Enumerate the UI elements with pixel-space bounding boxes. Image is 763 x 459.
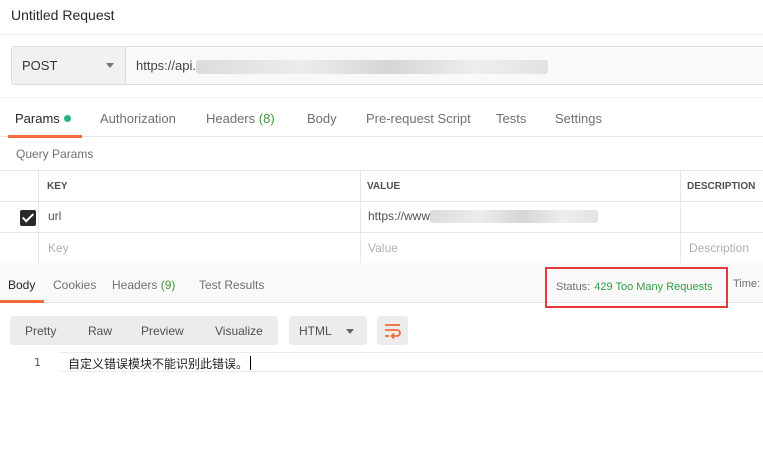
- text-cursor: [250, 356, 252, 370]
- tab-authorization[interactable]: Authorization: [100, 111, 176, 126]
- tab-headers-label: Headers: [206, 111, 256, 126]
- response-body-editor[interactable]: 1 自定义错误模块不能识别此错误。: [0, 352, 763, 372]
- response-tab-headers-count: (9): [160, 278, 176, 292]
- active-response-tab-indicator: [0, 300, 44, 303]
- param-value-cell[interactable]: https://www: [360, 202, 680, 232]
- wrap-lines-icon: [385, 324, 401, 340]
- active-tab-indicator: [8, 135, 82, 138]
- url-input[interactable]: https://api.: [136, 58, 548, 74]
- language-select[interactable]: HTML: [289, 316, 367, 345]
- url-redacted-blur: [195, 59, 548, 74]
- column-description: DESCRIPTION: [687, 181, 756, 192]
- request-title[interactable]: Untitled Request: [11, 7, 115, 23]
- tab-tests[interactable]: Tests: [496, 111, 526, 126]
- response-toolbar: Pretty Raw Preview Visualize HTML: [0, 313, 763, 347]
- title-bar: Untitled Request: [0, 0, 763, 35]
- value-placeholder: Value: [368, 241, 398, 255]
- column-key: KEY: [47, 181, 68, 192]
- wrap-lines-button[interactable]: [377, 316, 408, 345]
- tab-headers[interactable]: Headers (8): [206, 111, 275, 126]
- query-params-label: Query Params: [16, 147, 94, 161]
- header-cell-value: VALUE: [360, 171, 680, 201]
- tab-headers-count: (8): [258, 111, 275, 126]
- status-highlight-box: Status: 429 Too Many Requests: [545, 267, 728, 308]
- tab-settings[interactable]: Settings: [555, 111, 602, 126]
- description-placeholder: Description: [689, 241, 750, 255]
- line-number: 1: [34, 356, 41, 369]
- response-tab-cookies[interactable]: Cookies: [53, 278, 96, 292]
- tab-body[interactable]: Body: [307, 111, 337, 126]
- url-text: https://api.: [136, 58, 196, 73]
- method-label: POST: [22, 58, 58, 73]
- view-mode-segmented: Pretty Raw Preview Visualize: [10, 316, 278, 345]
- params-table: KEY VALUE DESCRIPTION url https://www Ke…: [0, 170, 763, 264]
- view-preview-button[interactable]: Preview: [141, 324, 184, 338]
- tab-params[interactable]: Params: [15, 111, 71, 126]
- code-line-text: 自定义错误模块不能识别此错误。: [68, 357, 249, 371]
- view-raw-button[interactable]: Raw: [88, 324, 112, 338]
- param-description-cell[interactable]: [680, 202, 763, 232]
- new-key-cell[interactable]: Key: [38, 233, 361, 263]
- param-value: https://www: [368, 209, 431, 223]
- status-value[interactable]: 429 Too Many Requests: [594, 281, 712, 293]
- table-header-row: KEY VALUE DESCRIPTION: [0, 171, 763, 202]
- param-key: url: [48, 209, 62, 223]
- key-placeholder: Key: [48, 241, 69, 255]
- response-tab-headers-label: Headers: [112, 278, 158, 292]
- table-row-empty: Key Value Description: [0, 233, 763, 264]
- status-text: Status: 429 Too Many Requests: [556, 281, 713, 293]
- status-label: Status:: [556, 281, 591, 293]
- code-line: 自定义错误模块不能识别此错误。: [68, 355, 252, 372]
- view-pretty-button[interactable]: Pretty: [25, 324, 56, 338]
- params-active-dot-icon: [63, 115, 71, 122]
- response-tab-body[interactable]: Body: [8, 278, 35, 292]
- language-label: HTML: [299, 324, 332, 338]
- chevron-down-icon: [106, 63, 114, 68]
- param-key-cell[interactable]: url: [38, 202, 361, 232]
- header-cell-description: DESCRIPTION: [680, 171, 763, 201]
- response-tab-test-results[interactable]: Test Results: [199, 278, 264, 292]
- time-label: Time:: [733, 278, 761, 290]
- param-enabled-checkbox[interactable]: [20, 210, 36, 226]
- header-cell-key: KEY: [38, 171, 361, 201]
- method-select[interactable]: POST: [12, 47, 126, 84]
- request-bar: POST https://api.: [11, 46, 763, 85]
- new-description-cell[interactable]: Description: [680, 233, 763, 263]
- table-row: url https://www: [0, 202, 763, 233]
- tab-pre-request-script[interactable]: Pre-request Script: [366, 111, 471, 126]
- view-visualize-button[interactable]: Visualize: [215, 324, 263, 338]
- column-value: VALUE: [367, 181, 401, 192]
- chevron-down-icon: [346, 329, 354, 334]
- new-value-cell[interactable]: Value: [360, 233, 680, 263]
- request-tabs: Params Authorization Headers (8) Body Pr…: [0, 97, 763, 138]
- param-value-redacted-blur: [430, 210, 599, 224]
- response-tabs: Body Cookies Headers (9) Test Results St…: [0, 263, 763, 308]
- tab-params-label: Params: [15, 111, 60, 126]
- response-tab-headers[interactable]: Headers (9): [112, 278, 175, 292]
